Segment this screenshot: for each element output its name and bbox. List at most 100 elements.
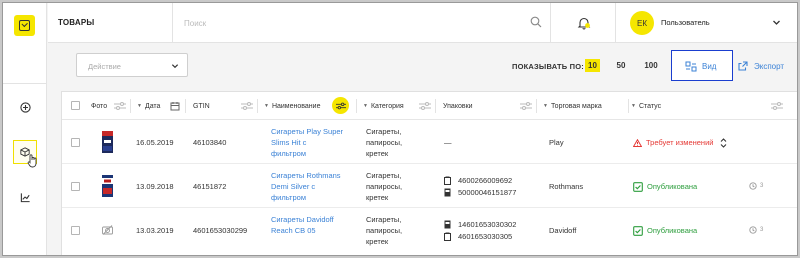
package-box-icon [444, 220, 451, 228]
published-check-icon [633, 225, 643, 236]
status-badge: Опубликована [633, 225, 697, 236]
table-row[interactable]: 13.03.2019 4601653030299 Сигареты Davido… [62, 209, 797, 255]
packaging-line: 4601653030305 [444, 230, 516, 242]
row-checkbox[interactable] [71, 138, 80, 147]
page-size-100[interactable]: 100 [641, 59, 661, 72]
row-date: 13.09.2018 [136, 182, 174, 191]
product-photo[interactable] [102, 175, 113, 197]
column-settings-active[interactable] [332, 97, 349, 114]
hand-cursor-icon [27, 154, 37, 168]
column-divider [536, 99, 537, 113]
product-photo[interactable] [102, 131, 113, 153]
column-settings-icon[interactable] [241, 102, 253, 110]
column-header-label: Упаковки [443, 102, 473, 110]
export-button[interactable]: Экспорт [738, 61, 784, 71]
packaging-gtin: 4601653030305 [458, 231, 513, 241]
page-size-50[interactable]: 50 [613, 59, 629, 72]
sidebar-item-analytics[interactable] [13, 185, 37, 209]
table-row[interactable]: 13.09.2018 46151872 Сигареты Rothmans De… [62, 165, 797, 208]
column-header-label: Дата [144, 102, 161, 110]
product-name-line: фильтром [271, 149, 306, 158]
user-name[interactable]: Пользователь [661, 18, 710, 27]
row-gtin: 4601653030299 [193, 226, 248, 235]
top-bar: ТОВАРЫ ЕК Пользователь [48, 3, 797, 43]
product-name-line: Demi Silver с [271, 182, 316, 191]
column-settings-icon[interactable] [114, 102, 126, 110]
packaging-line: 50000046151877 [444, 186, 516, 198]
history-indicator[interactable]: 3 [749, 182, 763, 190]
export-button-label: Экспорт [754, 61, 785, 71]
sidebar-item-products[interactable] [13, 140, 37, 168]
chevron-down-icon[interactable] [772, 18, 781, 27]
column-divider [356, 99, 357, 113]
sort-arrow-icon: ▼ [363, 103, 368, 109]
chart-icon [20, 192, 30, 202]
row-packaging: — [444, 138, 452, 147]
products-table: Фото ▼ Дата GTIN ▼ Наименование ▼ Категория… [61, 91, 797, 255]
column-header-date[interactable]: ▼ Дата [137, 92, 160, 120]
row-gtin: 46151872 [193, 182, 227, 191]
app-logo[interactable] [14, 15, 35, 36]
column-header-status[interactable]: ▼ Статус [631, 92, 661, 120]
sidebar-item-add[interactable] [13, 95, 37, 119]
row-checkbox[interactable] [71, 226, 80, 235]
history-clock-icon [749, 182, 757, 190]
search-input[interactable] [184, 13, 522, 33]
export-icon [738, 61, 748, 71]
column-header-label: Фото [91, 102, 108, 110]
column-divider [257, 99, 258, 113]
chevron-down-icon [171, 64, 179, 69]
user-avatar[interactable]: ЕК [630, 11, 654, 35]
action-select[interactable]: Действие [76, 53, 188, 77]
column-header-label: Категория [370, 102, 404, 110]
column-divider [130, 99, 131, 113]
view-button-label: Вид [702, 62, 717, 71]
category-line: папиросы, [366, 138, 403, 147]
column-header-gtin: GTIN [193, 92, 210, 120]
category-line: Сигареты, [366, 215, 402, 224]
page-size-10[interactable]: 10 [585, 59, 600, 72]
page-title: ТОВАРЫ [58, 18, 95, 27]
column-divider [185, 99, 186, 113]
history-indicator[interactable]: 3 [749, 226, 763, 234]
product-name-link[interactable]: Сигареты Rothmans Demi Silver с фильтром [271, 170, 341, 203]
column-settings-icon[interactable] [771, 102, 783, 110]
search-icon[interactable] [530, 16, 542, 28]
product-name-link[interactable]: Сигареты Davidoff Reach CB 05 [271, 214, 334, 236]
sort-arrows-icon[interactable] [720, 137, 727, 148]
product-name-link[interactable]: Сигареты Play Super Slims Hit с фильтром [271, 126, 343, 159]
column-settings-icon[interactable] [520, 102, 532, 110]
column-header-brand[interactable]: ▼ Торговая марка [543, 92, 602, 120]
column-header-name[interactable]: ▼ Наименование [264, 92, 320, 120]
column-header-category[interactable]: ▼ Категория [363, 92, 404, 120]
category-line: кретек [366, 193, 389, 202]
row-checkbox[interactable] [71, 182, 80, 191]
column-divider [628, 99, 629, 113]
select-all-checkbox[interactable] [71, 101, 80, 110]
notification-bell-icon[interactable] [577, 16, 591, 30]
column-header-label: Статус [638, 102, 662, 110]
action-select-placeholder: Действие [88, 62, 121, 71]
topbar-divider [615, 3, 616, 43]
product-name-line: Reach CB 05 [271, 226, 316, 235]
row-brand: Play [549, 138, 564, 147]
row-brand: Davidoff [549, 226, 577, 235]
row-packaging: 4600266009692 50000046151877 [444, 174, 516, 198]
no-photo-icon[interactable] [102, 225, 113, 235]
status-label: Опубликована [647, 182, 698, 191]
status-badge: Опубликована [633, 181, 697, 192]
row-category: Сигареты, папиросы, кретек [366, 214, 402, 247]
packaging-gtin: 50000046151877 [458, 187, 517, 197]
column-header-label: Наименование [271, 102, 321, 110]
table-header: Фото ▼ Дата GTIN ▼ Наименование ▼ Категория… [62, 92, 797, 120]
column-header-label: GTIN [193, 102, 210, 110]
column-header-packaging: Упаковки [443, 92, 473, 120]
row-brand: Rothmans [549, 182, 584, 191]
table-row[interactable]: 16.05.2019 46103840 Сигареты Play Super … [62, 121, 797, 164]
column-settings-icon[interactable] [419, 102, 431, 110]
view-button[interactable]: Вид [671, 50, 733, 81]
product-name-line: Сигареты Davidoff [271, 215, 334, 224]
column-settings-icon [335, 102, 346, 109]
row-gtin: 46103840 [193, 138, 227, 147]
calendar-icon[interactable] [170, 101, 180, 111]
